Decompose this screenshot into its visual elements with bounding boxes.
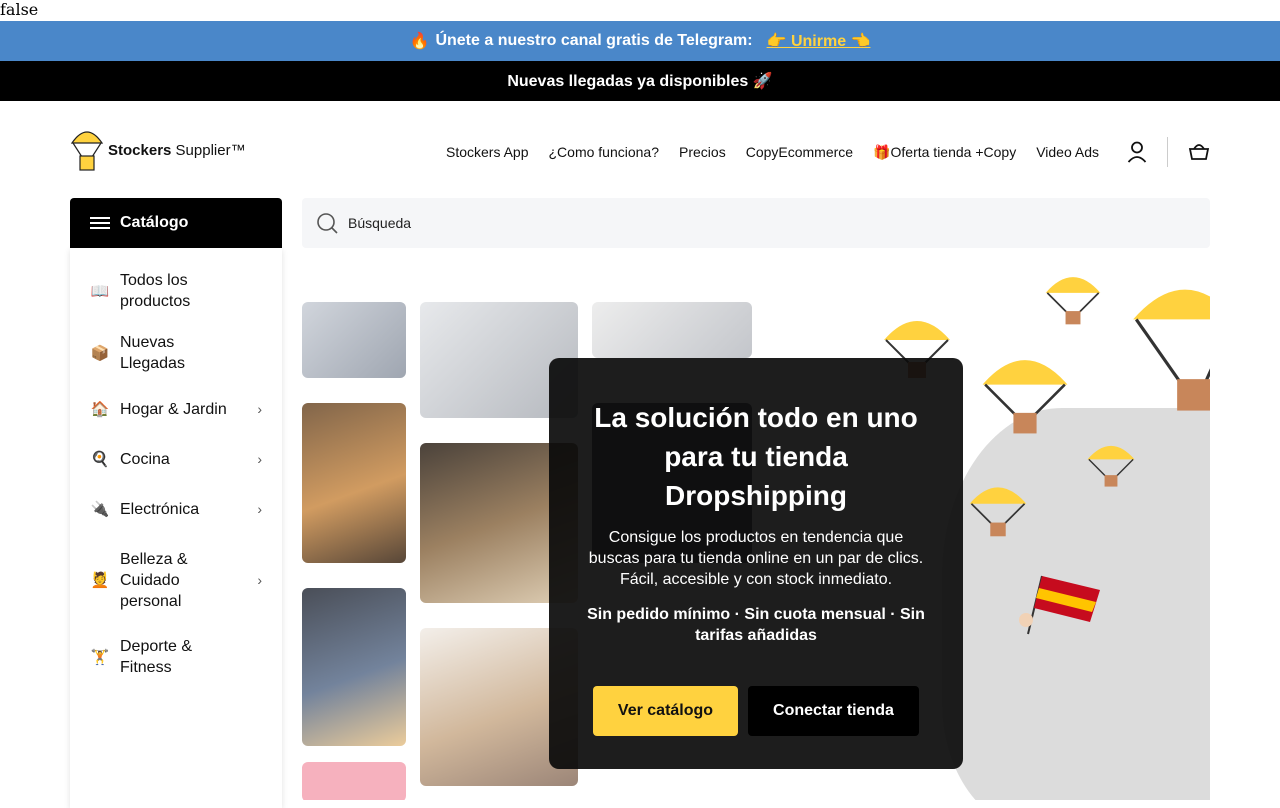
nav-video-ads[interactable]: Video Ads [1036, 144, 1099, 160]
nav-como-funciona[interactable]: ¿Como funciona? [549, 144, 660, 160]
telegram-banner: 🔥 Únete a nuestro canal gratis de Telegra… [0, 21, 1280, 61]
connect-store-button[interactable]: Conectar tienda [748, 686, 919, 736]
product-image [302, 588, 406, 746]
main-nav: Stockers App ¿Como funciona? Precios Cop… [426, 137, 1210, 167]
parachute-icon [1133, 289, 1210, 411]
catalog-sidebar: 📖 Todos los productos 📦 Nuevas Llegadas … [70, 248, 282, 808]
beauty-icon: 💆 [90, 572, 110, 589]
logo-brand: Stockers [108, 141, 172, 159]
user-icon [1127, 141, 1147, 163]
hero-card: La solución todo en uno para tu tienda D… [549, 358, 963, 769]
nav-divider [1167, 137, 1168, 167]
hero-description: Consigue los productos en tendencia que … [588, 529, 924, 588]
parachute-icon [1087, 445, 1135, 487]
sidebar-item-electronica[interactable]: 🔌 Electrónica › [70, 484, 282, 534]
chevron-right-icon: › [257, 572, 262, 588]
box-icon: 📦 [90, 345, 110, 362]
cart-button[interactable] [1188, 143, 1210, 161]
logo[interactable]: Stockers Supplier™ [70, 127, 246, 173]
parachute-icon [982, 360, 1068, 434]
chevron-right-icon: › [257, 401, 262, 417]
kitchen-icon: 🍳 [90, 451, 110, 468]
house-icon: 🏠 [90, 401, 110, 418]
book-icon: 📖 [90, 283, 110, 300]
new-arrivals-banner: Nuevas llegadas ya disponibles 🚀 [0, 61, 1280, 101]
chevron-right-icon: › [257, 501, 262, 517]
site-header: Stockers Supplier™ Stockers App ¿Como fu… [0, 101, 1280, 197]
sidebar-item-todos[interactable]: 📖 Todos los productos [70, 260, 282, 322]
plug-icon: 🔌 [90, 501, 110, 518]
basket-icon [1188, 144, 1210, 160]
search-icon [317, 213, 338, 234]
chevron-right-icon: › [257, 451, 262, 467]
menu-icon [90, 217, 110, 229]
nav-oferta-tienda[interactable]: 🎁Oferta tienda +Copy [873, 144, 1016, 161]
sidebar-item-cocina[interactable]: 🍳 Cocina › [70, 434, 282, 484]
hero-actions: Ver catálogo Conectar tienda [583, 686, 929, 736]
product-image [302, 762, 406, 800]
catalog-button[interactable]: Catálogo [70, 198, 282, 248]
fitness-icon: 🏋 [90, 649, 110, 666]
nav-precios[interactable]: Precios [679, 144, 726, 160]
sidebar-item-hogar[interactable]: 🏠 Hogar & Jardin › [70, 384, 282, 434]
parachute-icon [969, 487, 1027, 537]
sidebar-item-belleza[interactable]: 💆 Belleza & Cuidado personal › [70, 534, 282, 626]
product-image [592, 302, 752, 358]
nav-copyecommerce[interactable]: CopyEcommerce [746, 144, 853, 160]
parachute-logo-icon [70, 131, 104, 171]
arrivals-text: Nuevas llegadas ya disponibles 🚀 [507, 73, 773, 90]
nav-stockers-app[interactable]: Stockers App [446, 144, 529, 160]
logo-suffix: Supplier™ [171, 141, 246, 159]
sidebar-item-deporte[interactable]: 🏋 Deporte & Fitness [70, 626, 282, 688]
spain-flag-icon [1019, 575, 1100, 635]
search-bar[interactable]: Búsqueda [302, 198, 1210, 248]
hero-title: La solución todo en uno para tu tienda D… [594, 402, 918, 511]
telegram-join-link[interactable]: 👉 Unirme 👈 [767, 31, 871, 51]
sidebar-item-nuevas[interactable]: 📦 Nuevas Llegadas [70, 322, 282, 384]
account-button[interactable] [1127, 141, 1147, 163]
search-input[interactable]: Búsqueda [348, 215, 411, 231]
catalog-label: Catálogo [120, 214, 189, 231]
product-image [302, 302, 406, 378]
fire-icon: 🔥 [409, 33, 430, 50]
view-catalog-button[interactable]: Ver catálogo [593, 686, 738, 736]
telegram-text: Únete a nuestro canal gratis de Telegram… [435, 32, 753, 49]
product-image [302, 403, 406, 563]
hero-perks: Sin pedido mínimo · Sin cuota mensual · … [587, 606, 925, 644]
parachute-icon [1045, 277, 1101, 325]
debug-text: false [0, 0, 39, 19]
